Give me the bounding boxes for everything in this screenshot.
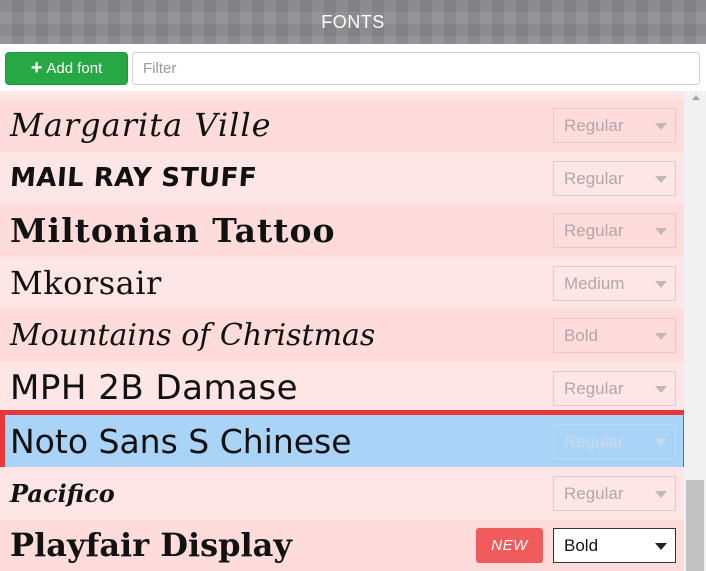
font-row-mph-2b-damase[interactable]: MPH 2B Damase Regular — [0, 362, 684, 415]
font-name: Mountains of Christmas — [10, 318, 376, 353]
title-bar: FONTS — [0, 0, 706, 44]
weight-value: Regular — [564, 483, 624, 503]
chevron-down-icon — [655, 333, 667, 340]
scroll-up-arrow-icon[interactable] — [692, 95, 700, 100]
scrollbar-thumb[interactable] — [686, 480, 704, 571]
font-name: Mkorsair — [10, 264, 162, 302]
weight-select[interactable]: Medium — [553, 266, 676, 301]
weight-select[interactable]: Bold — [553, 318, 676, 353]
weight-select[interactable]: Regular — [553, 161, 676, 196]
font-name: Margarita Ville — [10, 106, 272, 144]
panel-title: FONTS — [321, 11, 385, 32]
weight-select[interactable]: Regular — [553, 424, 676, 459]
font-row-miltonian-tattoo[interactable]: Miltonian Tattoo Regular — [0, 204, 684, 257]
weight-value: Medium — [564, 273, 625, 293]
font-name: MAIL RAY STUFF — [8, 163, 259, 193]
font-row-mail-ray-stuff[interactable]: MAIL RAY STUFF Regular — [0, 152, 684, 205]
chevron-down-icon — [655, 123, 667, 130]
weight-select[interactable]: Regular — [553, 108, 676, 143]
font-name: MPH 2B Damase — [10, 368, 299, 408]
weight-value: Regular — [564, 168, 624, 188]
font-name: Miltonian Tattoo — [10, 211, 336, 250]
font-row-margarita-ville[interactable]: Margarita Ville Regular — [0, 99, 684, 152]
font-list: Margarita Ville Regular MAIL RAY STUFF R… — [0, 91, 706, 571]
weight-value: Regular — [564, 431, 624, 451]
weight-value: Bold — [564, 535, 599, 555]
font-row-mountains-of-christmas[interactable]: Mountains of Christmas Bold — [0, 309, 684, 362]
chevron-down-icon — [655, 491, 667, 498]
add-font-label: Add font — [46, 60, 103, 77]
chevron-down-icon — [655, 281, 667, 288]
weight-select[interactable]: Regular — [553, 371, 676, 406]
new-badge: NEW — [476, 528, 543, 563]
weight-select[interactable]: Bold — [553, 528, 676, 563]
chevron-down-icon — [655, 228, 667, 235]
toolbar: + Add font — [0, 44, 706, 91]
plus-icon: + — [30, 56, 43, 79]
weight-value: Bold — [564, 325, 599, 345]
list-top-edge — [0, 91, 684, 99]
chevron-down-icon — [655, 439, 667, 446]
weight-select[interactable]: Regular — [553, 476, 676, 511]
font-row-playfair-display[interactable]: Playfair Display NEW Bold — [0, 520, 684, 571]
add-font-button[interactable]: + Add font — [5, 52, 128, 85]
weight-value: Regular — [564, 378, 624, 398]
font-name: Playfair Display — [10, 526, 292, 564]
font-row-noto-sans-s-chinese[interactable]: Noto Sans S Chinese Regular — [0, 415, 684, 468]
font-row-mkorsair[interactable]: Mkorsair Medium — [0, 257, 684, 310]
chevron-down-icon — [655, 386, 667, 393]
font-name: Pacifico — [10, 479, 115, 508]
weight-select[interactable]: Regular — [553, 213, 676, 248]
weight-value: Regular — [564, 115, 624, 135]
weight-value: Regular — [564, 220, 624, 240]
font-row-pacifico[interactable]: Pacifico Regular — [0, 467, 684, 520]
font-name: Noto Sans S Chinese — [10, 422, 352, 461]
chevron-down-icon — [655, 543, 667, 550]
filter-input[interactable] — [132, 52, 700, 85]
chevron-down-icon — [655, 176, 667, 183]
